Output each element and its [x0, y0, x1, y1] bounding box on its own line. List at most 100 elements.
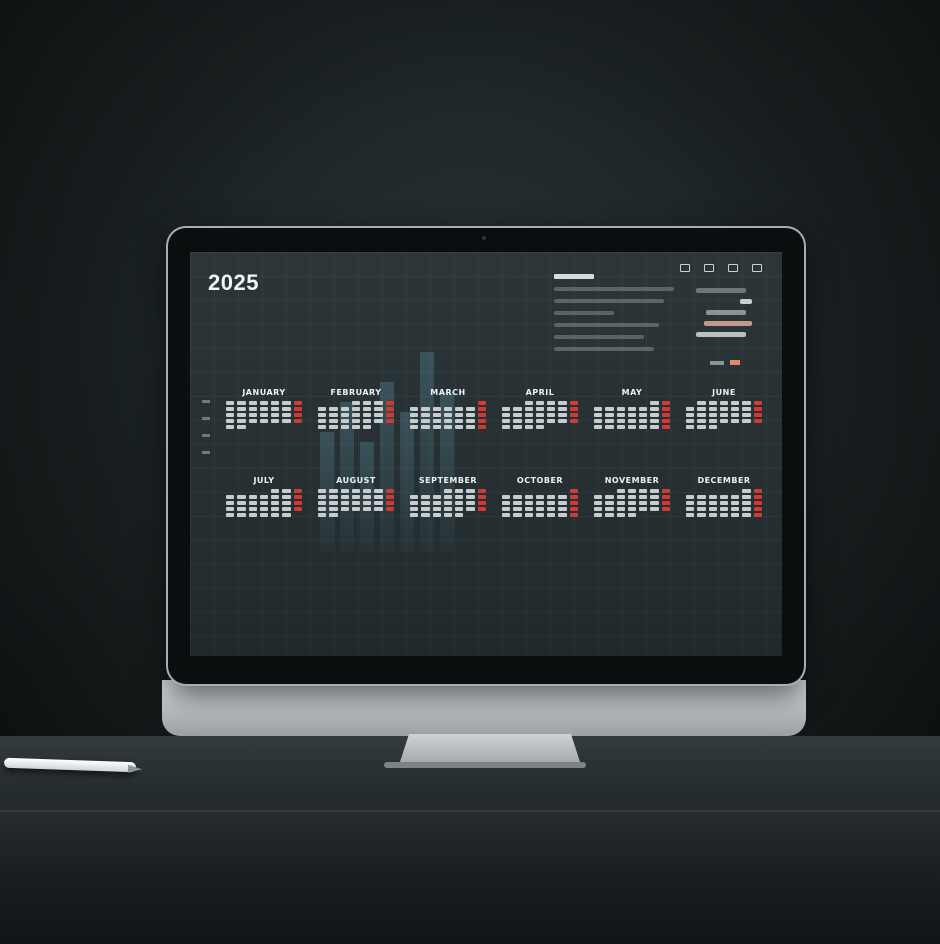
day-cell: [513, 401, 521, 405]
day-cell: [742, 501, 751, 505]
day-cell: [650, 419, 659, 423]
close-icon[interactable]: [752, 264, 762, 272]
day-cell: [650, 495, 659, 499]
day-cell: [709, 489, 717, 493]
day-cell: [259, 413, 269, 417]
day-cell: [466, 501, 475, 505]
day-cell: [249, 489, 257, 493]
day-cell: [363, 407, 372, 411]
day-cell: [237, 425, 246, 429]
day-cell: [455, 513, 464, 517]
day-cell: [293, 413, 302, 417]
day-cell: [432, 413, 441, 417]
day-cell: [686, 413, 695, 417]
day-cell: [318, 407, 327, 411]
day-cell: [742, 425, 750, 429]
day-cell: [686, 489, 694, 493]
day-cell: [513, 489, 521, 493]
day-cell: [248, 413, 257, 417]
day-cell: [340, 407, 349, 411]
day-cell: [363, 419, 372, 423]
day-cell: [547, 425, 555, 429]
day-cell: [731, 513, 740, 517]
day-cell: [340, 419, 349, 423]
day-cell: [513, 407, 522, 411]
note-line: [554, 299, 664, 303]
month-name: MARCH: [430, 388, 466, 397]
day-cell: [271, 419, 280, 423]
day-cell: [351, 419, 361, 423]
month-calendar: JANUARY: [226, 388, 302, 458]
day-cell: [271, 489, 280, 493]
day-cell: [455, 489, 464, 493]
menu-icon[interactable]: [704, 264, 714, 272]
day-cell: [455, 507, 464, 511]
day-cell: [524, 507, 533, 511]
month-name: OCTOBER: [516, 476, 564, 485]
day-cell: [226, 501, 235, 505]
day-cell: [340, 425, 349, 429]
day-cell: [351, 501, 361, 505]
day-cell: [374, 419, 383, 423]
day-cell: [605, 489, 613, 493]
day-cell: [731, 425, 739, 429]
day-cell: [444, 401, 452, 405]
day-cell: [282, 419, 291, 423]
day-cell: [569, 501, 578, 505]
day-cell: [650, 489, 659, 493]
day-cell: [282, 507, 291, 511]
day-cell: [639, 495, 648, 499]
window-controls[interactable]: [680, 264, 762, 272]
day-cell: [478, 513, 486, 517]
day-cell: [639, 507, 648, 511]
day-cell: [720, 489, 728, 493]
side-label: [202, 417, 210, 420]
day-cell: [524, 419, 533, 423]
day-cell: [525, 489, 533, 493]
day-cell: [374, 507, 383, 511]
day-cell: [513, 501, 522, 505]
day-cell: [513, 507, 522, 511]
day-cell: [558, 401, 567, 405]
day-cell: [226, 495, 235, 499]
day-cell: [237, 413, 246, 417]
day-cell: [466, 401, 474, 405]
day-cell: [605, 407, 614, 411]
day-cell: [753, 495, 762, 499]
day-cell: [535, 401, 545, 405]
day-cell: [260, 425, 268, 429]
day-cell: [293, 401, 302, 405]
day-cell: [650, 413, 659, 417]
note-line: [554, 335, 644, 339]
day-cell: [594, 401, 602, 405]
day-cell: [282, 489, 291, 493]
day-cell: [639, 501, 648, 505]
day-cell: [754, 425, 762, 429]
day-cell: [374, 425, 382, 429]
day-cell: [374, 513, 382, 517]
maximize-icon[interactable]: [728, 264, 738, 272]
day-cell: [650, 513, 658, 517]
day-cell: [650, 407, 659, 411]
day-cell: [237, 495, 246, 499]
day-cell: [443, 501, 453, 505]
day-cell: [697, 425, 706, 429]
day-cell: [341, 401, 349, 405]
day-cell: [502, 495, 511, 499]
minimize-icon[interactable]: [680, 264, 690, 272]
day-cell: [753, 419, 762, 423]
day-cell: [248, 419, 257, 423]
day-cell: [318, 425, 327, 429]
day-cell: [570, 425, 578, 429]
pen-tip: [127, 764, 143, 774]
day-cell: [569, 407, 578, 411]
day-cell: [318, 507, 327, 511]
day-cell: [329, 507, 338, 511]
day-cell: [594, 501, 603, 505]
day-cell: [558, 419, 567, 423]
day-cell: [386, 425, 394, 429]
day-cell: [697, 419, 706, 423]
day-cell: [719, 413, 729, 417]
day-cell: [443, 507, 453, 511]
day-grid: [410, 401, 486, 429]
